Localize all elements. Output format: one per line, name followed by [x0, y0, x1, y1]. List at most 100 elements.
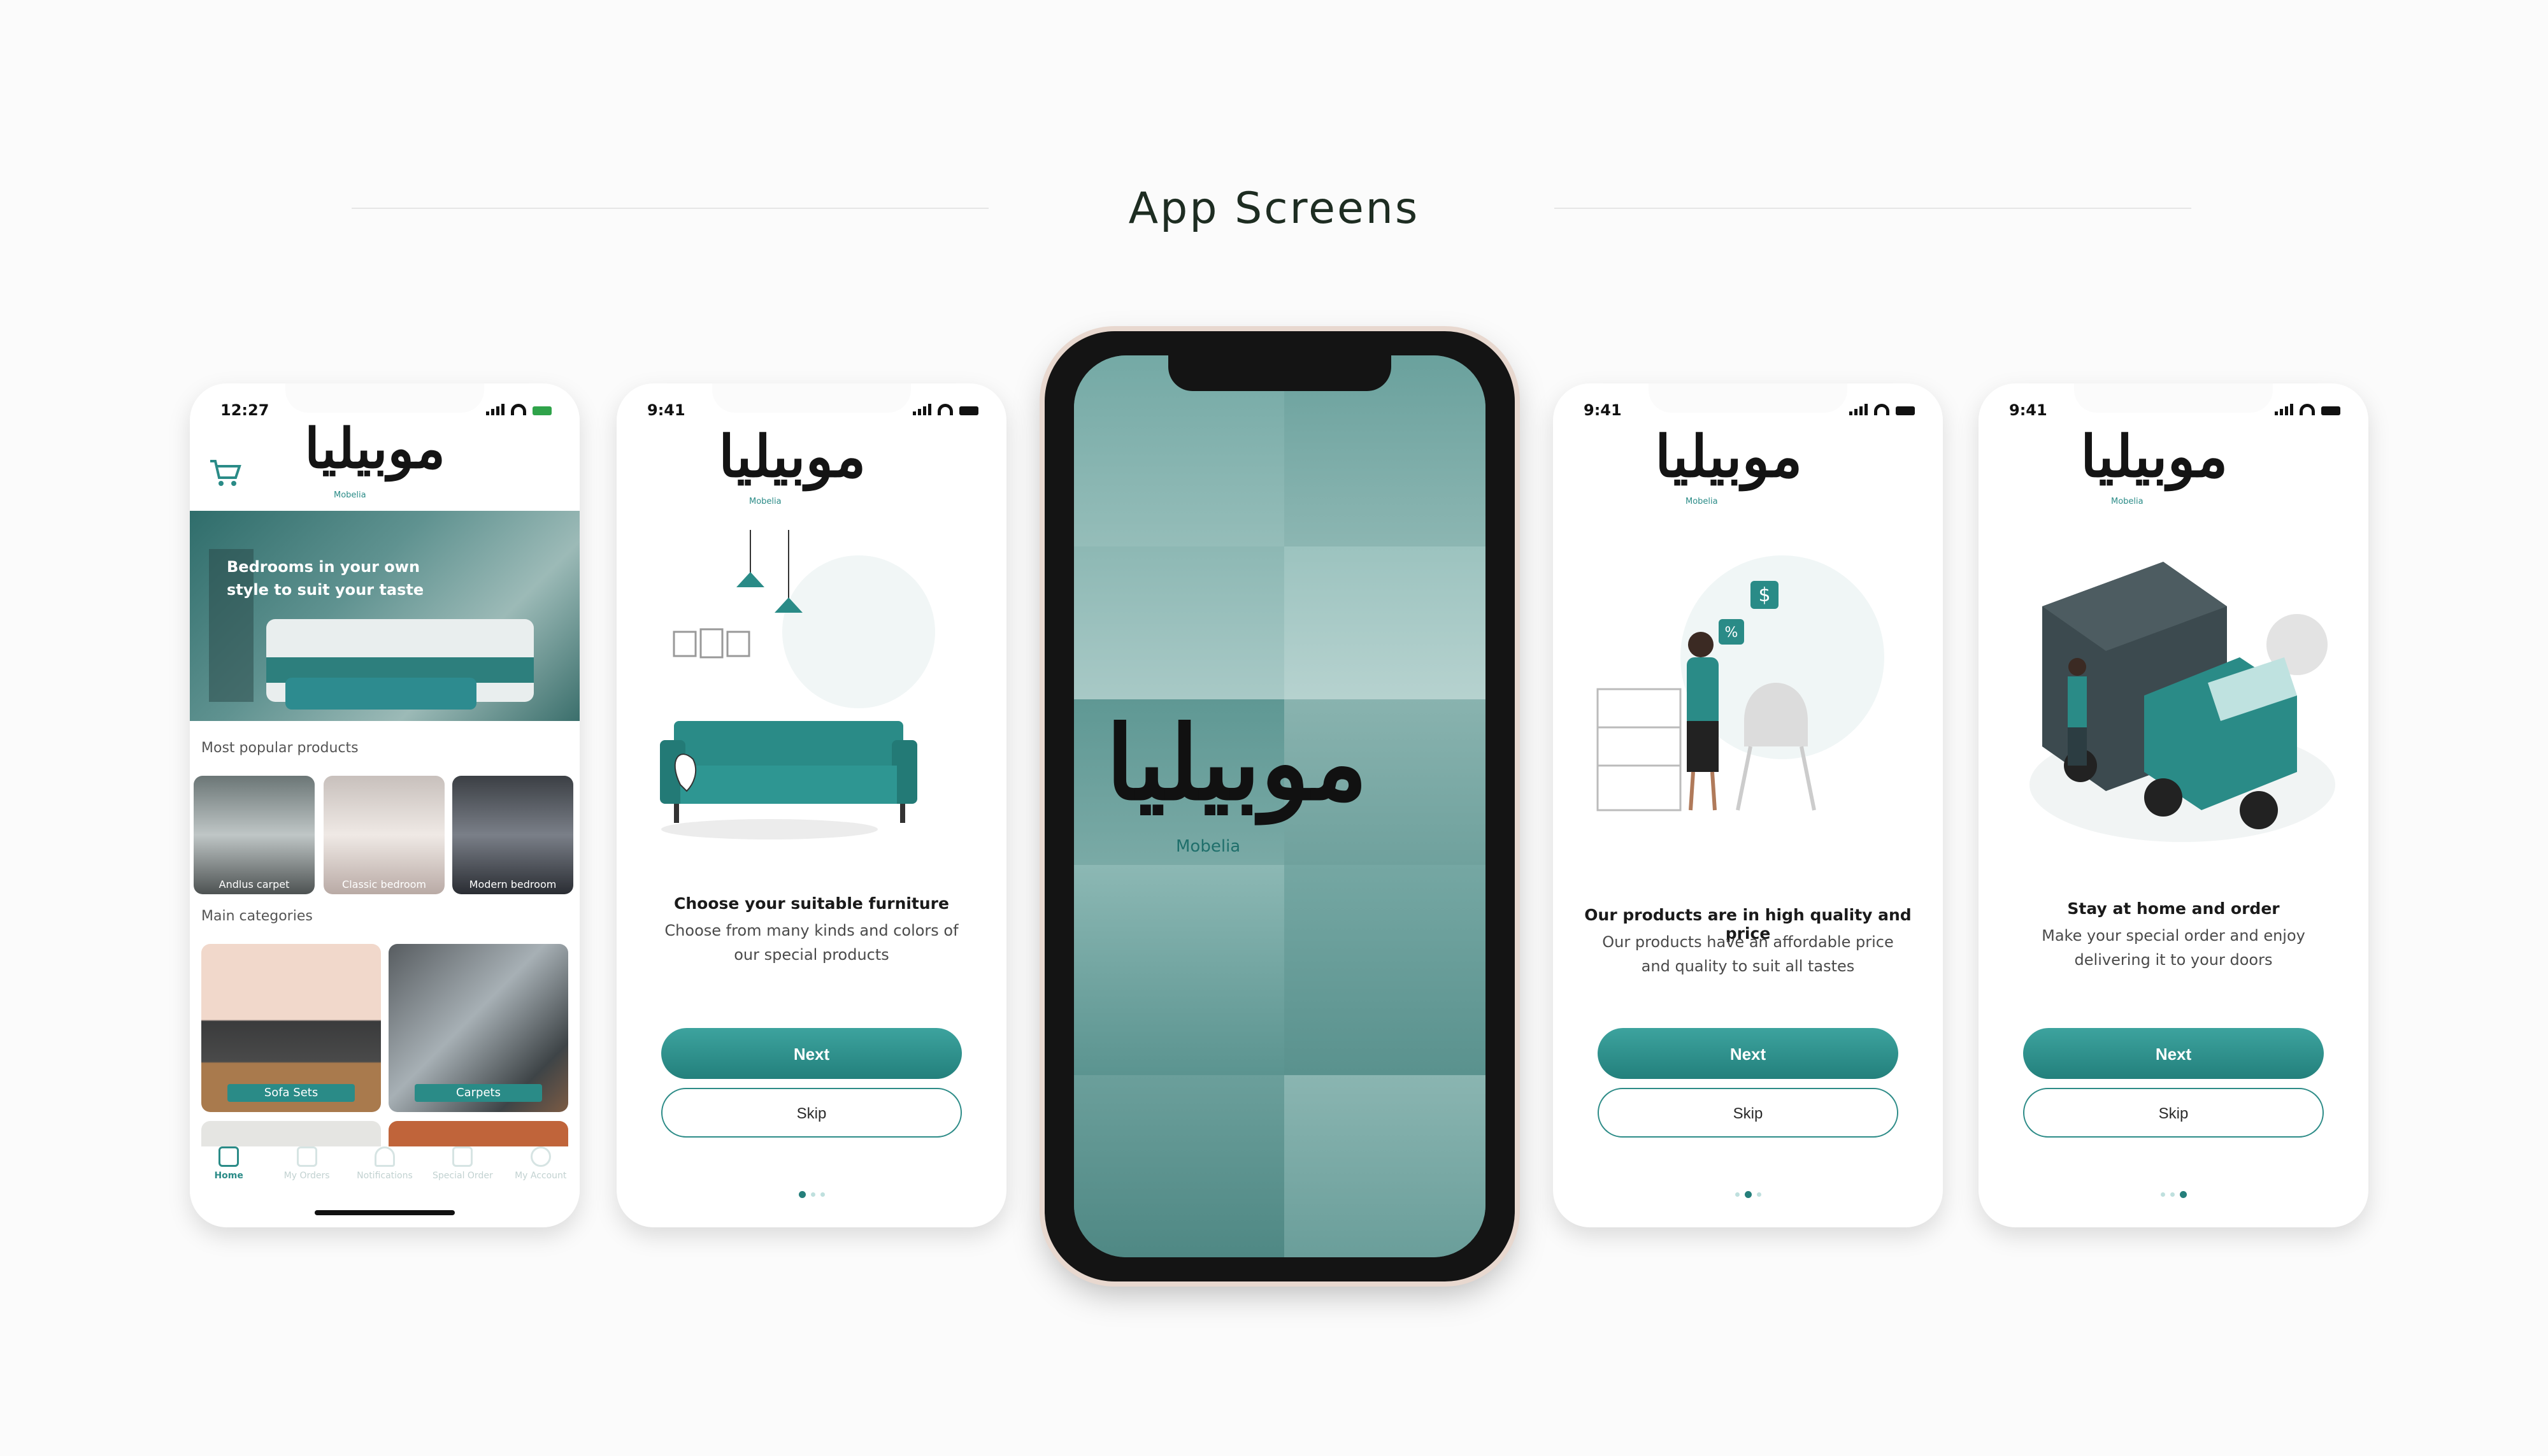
brand-logo: موبيليا Mobelia: [1655, 428, 1846, 511]
product-card[interactable]: Andlus carpet: [194, 776, 315, 894]
home-icon: [218, 1146, 240, 1167]
page-indicator: [1553, 1191, 1943, 1198]
skip-button[interactable]: Skip: [2023, 1088, 2324, 1138]
divider-left: [352, 208, 989, 209]
signal-icon: [1849, 404, 1868, 415]
brand-logo: موبيليا Mobelia: [304, 422, 470, 504]
cart-icon[interactable]: [209, 459, 242, 488]
onboarding-heading: Stay at home and order: [2067, 899, 2280, 918]
product-name: Andlus carpet: [218, 878, 290, 890]
category-name: Carpets: [415, 1084, 542, 1102]
category-card[interactable]: Sofa Sets: [201, 944, 381, 1112]
onboarding-text-line1: Our products have an affordable price: [1602, 933, 1894, 951]
wifi-icon: [511, 404, 526, 415]
notch: [2074, 383, 2273, 413]
brand-arabic: موبيليا: [1655, 423, 1803, 490]
status-icons: [1849, 404, 1915, 415]
brand-arabic: موبيليا: [1106, 703, 1368, 823]
signal-icon: [913, 404, 931, 415]
status-time: 9:41: [1584, 401, 1622, 419]
tab-special-order[interactable]: Special Order: [427, 1146, 497, 1197]
category-card[interactable]: Carpets: [389, 944, 568, 1112]
status-icons: [486, 404, 552, 415]
status-time: 9:41: [647, 401, 685, 419]
battery-icon: [533, 406, 552, 415]
signal-icon: [2275, 404, 2293, 415]
hero-banner[interactable]: Bedrooms in your own style to suit your …: [190, 511, 580, 721]
sofa-illustration: [660, 530, 935, 839]
battery-icon: [1896, 406, 1915, 415]
home-indicator: [315, 1210, 455, 1215]
banner-text: Bedrooms in your own style to suit your …: [227, 558, 424, 599]
bell-icon: [374, 1146, 395, 1167]
wifi-icon: [2300, 404, 2315, 415]
orders-icon: [296, 1146, 317, 1167]
tab-bar: Home My Orders Notifications Special Ord…: [190, 1146, 580, 1197]
splash-phone: موبيليا Mobelia: [1045, 331, 1515, 1281]
next-button[interactable]: Next: [2023, 1028, 2324, 1079]
tab-label: Home: [214, 1171, 243, 1181]
tab-label: My Orders: [283, 1171, 330, 1181]
next-button[interactable]: Next: [661, 1028, 962, 1079]
home-screen: 12:27 موبيليا Mobelia Bedrooms in your o…: [190, 383, 580, 1227]
delivery-illustration: [2029, 562, 2335, 842]
page-indicator: [617, 1191, 1006, 1198]
percent-icon: %: [1725, 625, 1738, 641]
tab-label: Special Order: [433, 1171, 493, 1181]
status-time: 12:27: [220, 401, 269, 419]
brand-arabic: موبيليا: [304, 417, 446, 481]
brand-logo: موبيليا Mobelia: [2080, 428, 2272, 511]
tab-home[interactable]: Home: [194, 1146, 264, 1197]
notch: [712, 383, 911, 413]
brand-latin: Mobelia: [334, 490, 366, 500]
onboarding-text-line1: Choose from many kinds and colors of: [664, 922, 959, 939]
divider-right: [1554, 208, 2191, 209]
popular-label: Most popular products: [201, 740, 359, 756]
skip-button[interactable]: Skip: [661, 1088, 962, 1138]
onboarding-heading: Choose your suitable furniture: [674, 894, 949, 913]
categories-label: Main categories: [201, 908, 313, 924]
onboarding-text-line2: our special products: [734, 946, 889, 964]
brand-arabic: موبيليا: [2080, 423, 2228, 490]
wifi-icon: [938, 404, 953, 415]
dollar-icon: $: [1758, 584, 1770, 606]
status-icons: [2275, 404, 2340, 415]
battery-icon: [959, 406, 978, 415]
brand-latin: Mobelia: [1176, 837, 1241, 856]
signal-icon: [486, 404, 505, 415]
category-name: Sofa Sets: [227, 1084, 355, 1102]
notch: [1168, 355, 1391, 391]
product-card[interactable]: Classic bedroom: [324, 776, 445, 894]
splash-logo: موبيليا Mobelia: [1106, 712, 1463, 856]
skip-button[interactable]: Skip: [1598, 1088, 1898, 1138]
splash-screen: موبيليا Mobelia: [1074, 355, 1485, 1257]
brand-latin: Mobelia: [2111, 497, 2144, 506]
brand-arabic: موبيليا: [719, 423, 866, 490]
onboarding-screen-1: 9:41 موبيليا Mobelia Choose your suitabl…: [617, 383, 1006, 1227]
status-icons: [913, 404, 978, 415]
page-indicator: [1979, 1191, 2368, 1198]
document-icon: [452, 1146, 473, 1167]
onboarding-text-line2: delivering it to your doors: [2074, 951, 2273, 969]
next-button[interactable]: Next: [1598, 1028, 1898, 1079]
product-card[interactable]: Modern bedroom: [452, 776, 573, 894]
brand-latin: Mobelia: [1686, 497, 1718, 506]
battery-icon: [2321, 406, 2340, 415]
product-name: Modern bedroom: [469, 878, 557, 890]
brand-latin: Mobelia: [749, 497, 782, 506]
tab-label: My Account: [515, 1171, 567, 1181]
product-name: Classic bedroom: [342, 878, 426, 890]
tab-orders[interactable]: My Orders: [272, 1146, 342, 1197]
tab-notifications[interactable]: Notifications: [350, 1146, 420, 1197]
brand-logo: موبيليا Mobelia: [719, 428, 910, 511]
onboarding-screen-3: 9:41 موبيليا Mobelia Stay at home and or…: [1979, 383, 2368, 1227]
onboarding-text-line2: and quality to suit all tastes: [1641, 957, 1855, 975]
user-icon: [530, 1146, 551, 1167]
notch: [1649, 383, 1847, 413]
tab-account[interactable]: My Account: [506, 1146, 576, 1197]
notch: [285, 383, 484, 413]
onboarding-text-line1: Make your special order and enjoy: [2042, 927, 2305, 945]
status-time: 9:41: [2009, 401, 2047, 419]
tab-label: Notifications: [357, 1171, 413, 1181]
quality-illustration: $ %: [1596, 555, 1884, 811]
